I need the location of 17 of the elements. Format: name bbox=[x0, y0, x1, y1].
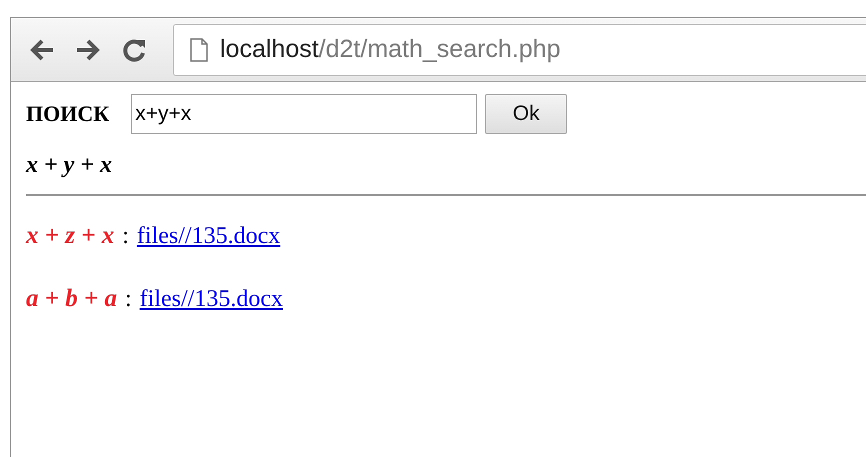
url-host: localhost bbox=[220, 35, 319, 63]
file-link[interactable]: files//135.docx bbox=[136, 223, 280, 250]
search-label: ПОИСК bbox=[26, 101, 110, 127]
reload-icon[interactable] bbox=[121, 36, 147, 62]
url-path: /d2t/math_search.php bbox=[318, 35, 560, 63]
separator: : bbox=[125, 286, 132, 313]
ok-button[interactable]: Ok bbox=[485, 94, 568, 134]
forward-icon[interactable] bbox=[75, 38, 101, 60]
page-icon bbox=[190, 38, 208, 62]
back-icon[interactable] bbox=[29, 38, 55, 60]
separator: : bbox=[122, 223, 129, 250]
search-field[interactable]: x+y+x bbox=[131, 94, 478, 134]
result-formula: x + z + x bbox=[26, 222, 114, 250]
result-formula: a + b + a bbox=[26, 285, 117, 313]
query-formula: x + y + x bbox=[26, 152, 114, 179]
address-bar[interactable]: localhost/d2t/math_search.php bbox=[173, 24, 866, 76]
file-link[interactable]: files//135.docx bbox=[140, 286, 283, 313]
